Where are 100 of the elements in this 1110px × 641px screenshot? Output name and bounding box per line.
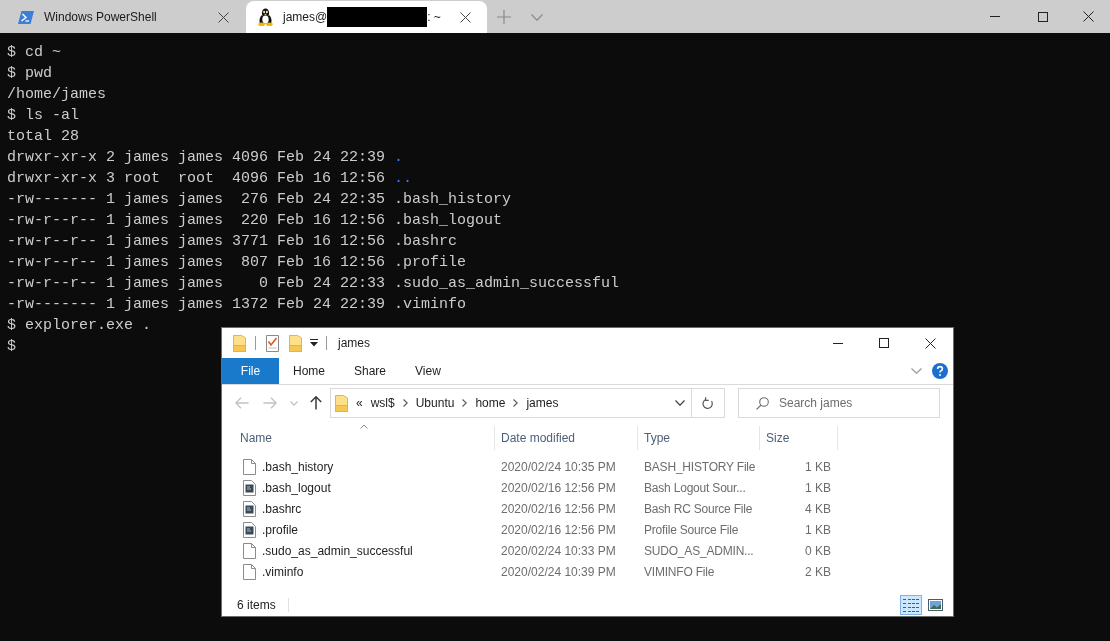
chevron-down-icon (910, 368, 922, 374)
large-icons-view-icon (927, 599, 943, 611)
folder-icon (232, 334, 246, 352)
type-cell-text: Bash RC Source File (643, 501, 754, 516)
chevron-down-icon (531, 13, 543, 21)
listing-details: drwxr-xr-x 2 james james 4096 Feb 24 22:39 (7, 148, 386, 168)
column-header[interactable]: Type (638, 426, 760, 450)
maximize-icon (1038, 11, 1048, 22)
listing-name: .. (394, 169, 413, 189)
help-icon (932, 363, 948, 379)
script-file-icon (243, 500, 256, 517)
listing-name: . (394, 148, 404, 168)
listing-name: .profile (394, 253, 467, 273)
file-name[interactable]: .sudo_as_admin_successful (262, 543, 413, 558)
close-icon (459, 11, 471, 23)
listing-details: -rw-r--r-- 1 james james 3771 Feb 16 12:56 (7, 232, 386, 252)
back-arrow-icon (235, 397, 249, 409)
dropdown-icon (310, 339, 318, 347)
refresh-icon (702, 396, 714, 410)
maximize-icon (879, 338, 889, 348)
terminal-line: $ cd ~ (7, 43, 61, 63)
date-cell-text: 2020/02/24 10:39 PM (500, 564, 617, 579)
sort-caret-icon (360, 424, 368, 429)
ribbon-tab[interactable]: Share (340, 358, 401, 384)
file-name[interactable]: .bash_history (262, 459, 334, 474)
ribbon-tab[interactable]: View (401, 358, 455, 384)
file-name[interactable]: .bash_logout (262, 480, 331, 495)
size-cell-text: 1 KB (804, 459, 832, 474)
script-file-icon (243, 479, 256, 496)
listing-details: -rw------- 1 james james 1372 Feb 24 22:39 (7, 295, 386, 315)
item-count: 6 items (237, 598, 276, 612)
date-cell-text: 2020/02/24 10:35 PM (500, 459, 617, 474)
size-cell-text: 1 KB (804, 480, 832, 495)
close-icon (924, 337, 936, 349)
file-name[interactable]: .viminfo (262, 564, 304, 579)
type-cell-text: Profile Source File (643, 522, 740, 537)
file-menu-button[interactable]: File (222, 358, 279, 384)
checklist-icon (265, 334, 279, 352)
date-cell-text: 2020/02/16 12:56 PM (500, 501, 617, 516)
folder-icon (335, 394, 348, 412)
document-icon (243, 563, 256, 580)
column-header[interactable]: Date modified (495, 426, 638, 450)
listing-name: .bashrc (394, 232, 458, 252)
type-cell-text: BASH_HISTORY File (643, 459, 757, 474)
address-bar[interactable]: « wsl$ Ubuntu home james (330, 388, 725, 418)
column-header[interactable]: Size (760, 426, 838, 450)
size-cell-text: 4 KB (804, 501, 832, 516)
type-cell-text: SUDO_AS_ADMIN... (643, 543, 755, 558)
date-cell-text: 2020/02/16 12:56 PM (500, 522, 617, 537)
column-header[interactable]: Name (234, 426, 495, 450)
search-field[interactable]: Search james (738, 388, 940, 418)
listing-details: drwxr-xr-x 3 root root 4096 Feb 16 12:56 (7, 169, 386, 189)
terminal-line: total 28 (7, 127, 79, 147)
details-view-icon (903, 598, 919, 612)
terminal-line: $ pwd (7, 64, 52, 84)
terminal-line: /home/james (7, 85, 107, 105)
listing-name: .bash_history (394, 190, 512, 210)
listing-details: -rw-r--r-- 1 james james 807 Feb 16 12:56 (7, 253, 386, 273)
chevron-right-icon (402, 399, 408, 407)
close-icon (1083, 11, 1094, 22)
listing-details: -rw-r--r-- 1 james james 0 Feb 24 22:33 (7, 274, 386, 294)
tab[interactable]: james@ : ~ (246, 1, 487, 33)
chevron-down-icon (290, 400, 298, 406)
file-name[interactable]: .profile (262, 522, 299, 537)
breadcrumb[interactable]: Ubuntu (415, 396, 455, 410)
folder-icon (288, 334, 302, 352)
listing-name: .viminfo (394, 295, 467, 315)
file-name[interactable]: .bashrc (262, 501, 302, 516)
window-title: james (338, 336, 370, 350)
minimize-icon (833, 342, 843, 344)
document-icon (243, 542, 256, 559)
document-icon (243, 458, 256, 475)
powershell-icon (18, 10, 34, 24)
chevron-right-icon (462, 399, 468, 407)
help-button[interactable] (931, 362, 949, 380)
terminal-line: $ ls -al (7, 106, 79, 126)
size-cell-text: 2 KB (804, 564, 832, 579)
overflow-crumb[interactable]: « (356, 396, 363, 410)
size-cell-text: 1 KB (804, 522, 832, 537)
penguin-icon (258, 8, 273, 26)
ribbon-tab[interactable]: Home (279, 358, 339, 384)
type-cell-text: VIMINFO File (643, 564, 716, 579)
minimize-icon (990, 16, 1000, 17)
script-file-icon (243, 521, 256, 538)
breadcrumb[interactable]: wsl$ (370, 396, 395, 410)
up-arrow-icon (310, 396, 322, 410)
date-cell-text: 2020/02/24 10:33 PM (500, 543, 617, 558)
chevron-right-icon (513, 399, 519, 407)
type-cell-text: Bash Logout Sour... (643, 480, 747, 495)
details-view-button[interactable] (900, 595, 922, 615)
chevron-down-icon (675, 400, 685, 406)
breadcrumb[interactable]: home (475, 396, 506, 410)
tab[interactable]: Windows PowerShell (4, 1, 245, 33)
listing-details: -rw------- 1 james james 276 Feb 24 22:35 (7, 190, 386, 210)
listing-details: -rw-r--r-- 1 james james 220 Feb 16 12:56 (7, 211, 386, 231)
listing-name: .bash_logout (394, 211, 503, 231)
plus-icon (497, 10, 511, 24)
breadcrumb[interactable]: james (526, 396, 559, 410)
listing-name: .sudo_as_admin_successful (394, 274, 620, 294)
terminal-line: $ explorer.exe . (7, 316, 152, 336)
